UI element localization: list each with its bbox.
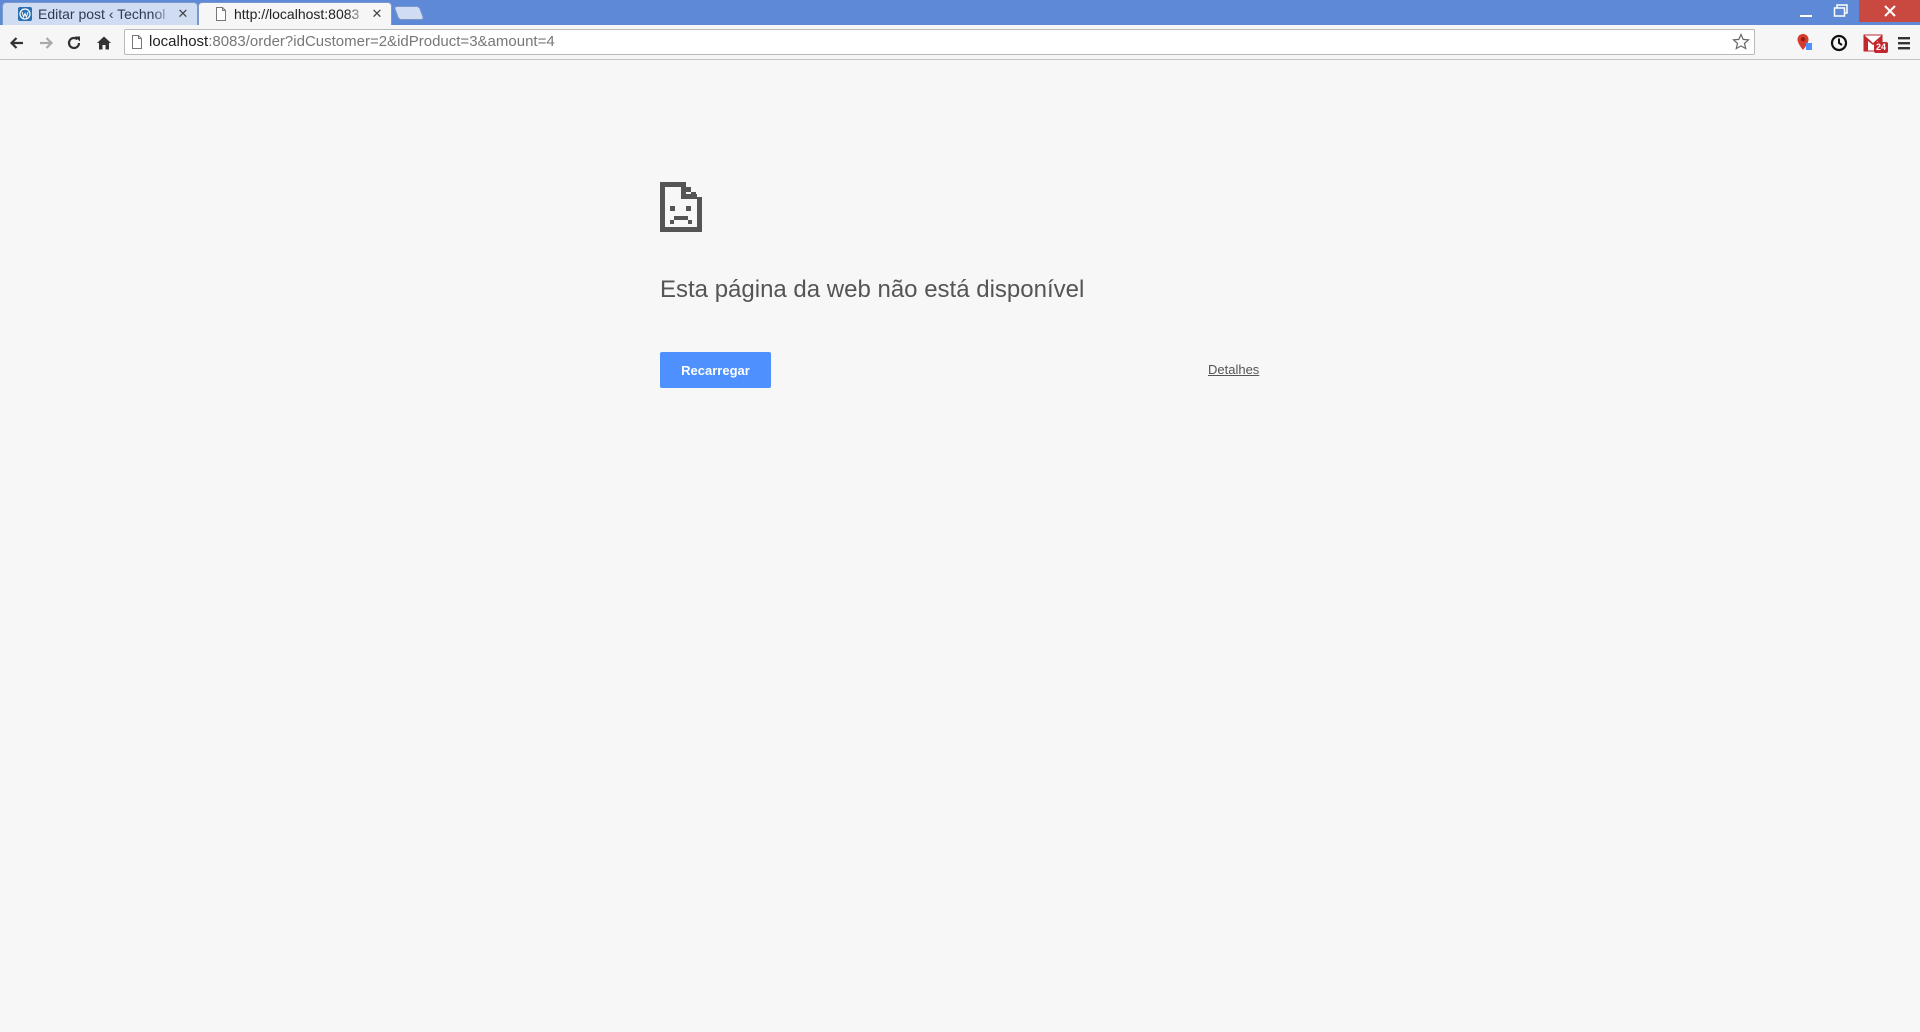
back-button[interactable] [7,33,27,53]
tab-editar-post[interactable]: Editar post ‹ Technol ✕ [2,2,198,25]
tab-title: Editar post ‹ Technol [38,6,166,22]
url-host: localhost [149,33,209,50]
sad-page-icon [660,182,702,237]
browser-toolbar: localhost:8083/order?idCustomer=2&idProd… [0,25,1920,60]
reload-toolbar-button[interactable] [64,33,84,53]
bookmark-star-icon[interactable] [1732,33,1750,51]
close-icon [1883,5,1896,17]
new-tab-button[interactable] [393,6,425,20]
mail-extension-button[interactable]: 24 [1862,33,1889,53]
hamburger-menu-icon [1898,37,1910,50]
maps-extension-button[interactable] [1795,33,1815,53]
clock-icon [1830,34,1848,52]
forward-button[interactable] [36,33,56,53]
minimize-button[interactable] [1792,0,1820,22]
title-bar: Editar post ‹ Technol ✕ http://localhost… [0,0,1920,25]
reload-button[interactable]: Recarregar [660,352,771,388]
tab-close-icon[interactable]: ✕ [177,7,189,20]
home-icon [97,36,111,50]
mail-count-badge: 24 [1874,42,1889,53]
details-link[interactable]: Detalhes [1208,362,1259,377]
chrome-menu-button[interactable] [1894,33,1914,53]
forward-arrow-icon [40,37,54,49]
page-icon [216,7,226,21]
tab-close-icon[interactable]: ✕ [371,7,383,20]
clock-extension-button[interactable] [1829,33,1849,53]
tab-localhost[interactable]: http://localhost:8083 ✕ [198,2,392,25]
url-path: :8083/order?idCustomer=2&idProduct=3&amo… [208,33,555,50]
close-window-button[interactable] [1859,0,1920,22]
minimize-icon [1800,15,1812,17]
home-button[interactable] [94,33,114,53]
tab-title: http://localhost:8083 [234,6,360,22]
error-heading: Esta página da web não está disponível [660,276,1085,303]
url-text: localhost:8083/order?idCustomer=2&idProd… [149,30,555,54]
map-pin-icon [1797,34,1812,50]
address-bar[interactable]: localhost:8083/order?idCustomer=2&idProd… [124,29,1755,55]
maximize-button[interactable] [1826,0,1856,22]
reload-icon [67,36,81,50]
page-icon [132,35,142,49]
wordpress-icon [18,7,32,21]
restore-icon [1833,4,1848,17]
back-arrow-icon [9,37,23,49]
